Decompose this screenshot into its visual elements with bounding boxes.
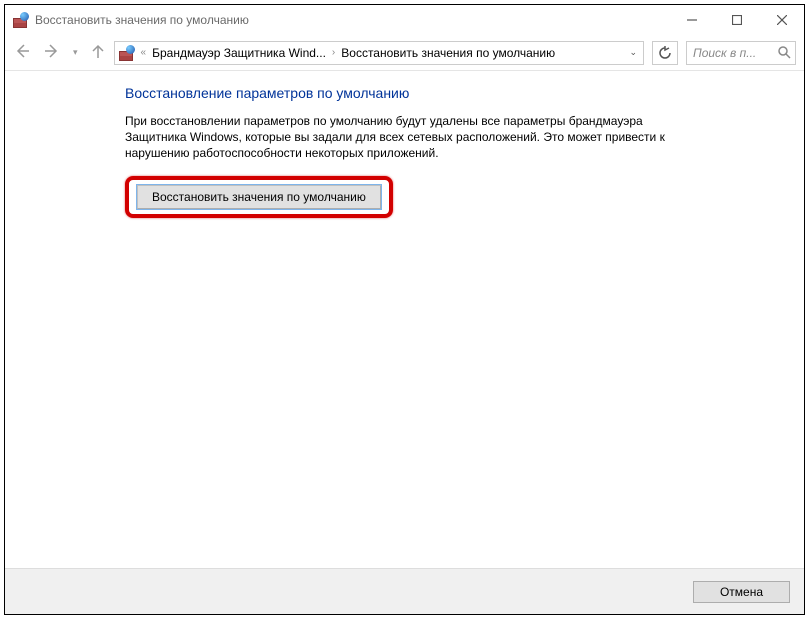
search-box[interactable] <box>686 41 796 65</box>
content-area: Восстановление параметров по умолчанию П… <box>5 71 804 568</box>
breadcrumb-item-restore[interactable]: Восстановить значения по умолчанию <box>341 46 555 60</box>
search-icon <box>778 46 791 59</box>
nav-up-button[interactable] <box>90 43 106 62</box>
nav-forward-button[interactable] <box>43 42 61 63</box>
breadcrumb-item-firewall[interactable]: Брандмауэр Защитника Wind... <box>152 46 326 60</box>
breadcrumb-dropdown[interactable]: ⌄ <box>629 47 637 58</box>
maximize-button[interactable] <box>714 5 759 35</box>
restore-defaults-button[interactable]: Восстановить значения по умолчанию <box>137 185 381 209</box>
highlight-annotation: Восстановить значения по умолчанию <box>125 176 393 218</box>
cancel-button[interactable]: Отмена <box>693 581 790 603</box>
close-button[interactable] <box>759 5 804 35</box>
chevron-left-icon: « <box>141 47 147 58</box>
firewall-icon <box>119 45 135 61</box>
breadcrumb[interactable]: « Брандмауэр Защитника Wind... › Восстан… <box>114 41 644 65</box>
refresh-button[interactable] <box>652 41 678 65</box>
navbar: ▾ « Брандмауэр Защитника Wind... › Восст… <box>5 35 804 71</box>
minimize-button[interactable] <box>669 5 714 35</box>
nav-recent-dropdown[interactable]: ▾ <box>73 47 78 58</box>
footer: Отмена <box>5 568 804 614</box>
chevron-right-icon: › <box>332 47 335 58</box>
page-heading: Восстановление параметров по умолчанию <box>125 85 764 101</box>
titlebar: Восстановить значения по умолчанию <box>5 5 804 35</box>
nav-back-button[interactable] <box>13 42 31 63</box>
page-description: При восстановлении параметров по умолчан… <box>125 113 685 162</box>
window-title: Восстановить значения по умолчанию <box>35 13 669 27</box>
search-input[interactable] <box>691 45 774 61</box>
firewall-icon <box>13 12 29 28</box>
